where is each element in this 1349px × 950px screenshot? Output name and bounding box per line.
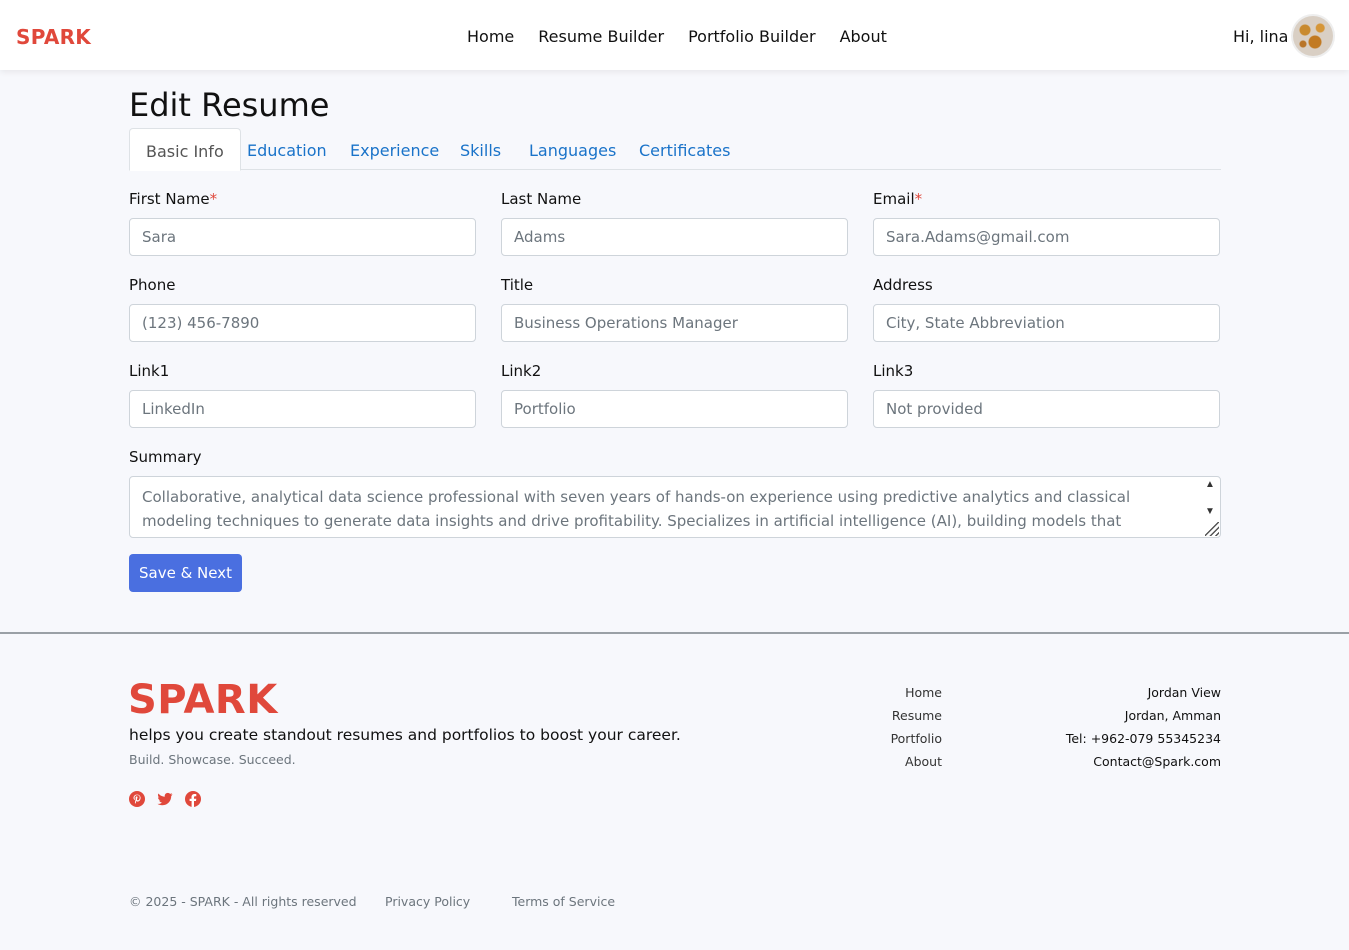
footer-divider (0, 632, 1349, 634)
link1-field[interactable]: LinkedIn (129, 390, 476, 428)
save-next-button[interactable]: Save & Next (129, 554, 242, 592)
footer-brand-logo: SPARK (128, 677, 278, 723)
link3-field[interactable]: Not provided (873, 390, 1220, 428)
tab-skills[interactable]: Skills (444, 128, 517, 170)
job-title-field[interactable]: Business Operations Manager (501, 304, 848, 342)
tab-basic-info[interactable]: Basic Info (129, 128, 241, 171)
summary-textarea[interactable]: Collaborative, analytical data science p… (129, 476, 1221, 538)
required-marker: * (914, 190, 923, 208)
resume-tabs: Basic Info Education Experience Skills L… (129, 128, 1221, 171)
link2-field[interactable]: Portfolio (501, 390, 848, 428)
brand-logo[interactable]: SPARK (16, 25, 91, 49)
address-field[interactable]: City, State Abbreviation (873, 304, 1220, 342)
last-name-field[interactable]: Adams (501, 218, 848, 256)
first-name-field[interactable]: Sara (129, 218, 476, 256)
footer-contact: Jordan View Jordan, Amman Tel: +962-079 … (1020, 681, 1221, 773)
footer-link-about[interactable]: About (842, 750, 942, 773)
nav-home-link[interactable]: Home (467, 27, 514, 46)
footer-link-resume[interactable]: Resume (842, 704, 942, 727)
contact-line: Jordan View (1147, 685, 1221, 700)
nav-portfolio-builder-link[interactable]: Portfolio Builder (688, 27, 816, 46)
summary-label: Summary (129, 448, 202, 466)
tab-experience[interactable]: Experience (334, 128, 455, 170)
title-label: Title (501, 276, 534, 294)
nav-about-link[interactable]: About (840, 27, 887, 46)
privacy-policy-link[interactable]: Privacy Policy (385, 894, 470, 909)
last-name-label: Last Name (501, 190, 582, 208)
scroll-up-arrow-icon[interactable]: ▲ (1203, 478, 1217, 492)
footer-link-portfolio[interactable]: Portfolio (842, 727, 942, 750)
footer-nav: Home Resume Portfolio About (842, 681, 942, 773)
main-nav: Home Resume Builder Portfolio Builder Ab… (467, 27, 887, 46)
page-title: Edit Resume (129, 86, 330, 124)
link3-label: Link3 (873, 362, 914, 380)
footer-tagline: helps you create standout resumes and po… (129, 726, 681, 744)
tab-certificates[interactable]: Certificates (623, 128, 746, 170)
first-name-label: First Name* (129, 190, 218, 208)
user-avatar[interactable] (1293, 16, 1333, 56)
copyright-text: © 2025 - SPARK - All rights reserved (129, 894, 357, 909)
pinterest-icon[interactable] (129, 791, 145, 807)
contact-line: Jordan, Amman (1124, 708, 1221, 723)
tab-education[interactable]: Education (231, 128, 343, 170)
address-label: Address (873, 276, 933, 294)
top-navbar: SPARK Home Resume Builder Portfolio Buil… (0, 0, 1349, 70)
user-greeting: Hi, lina (1233, 27, 1289, 46)
scroll-down-arrow-icon[interactable]: ▼ (1203, 505, 1217, 519)
twitter-icon[interactable] (157, 791, 173, 807)
phone-label: Phone (129, 276, 176, 294)
link1-label: Link1 (129, 362, 170, 380)
tab-languages[interactable]: Languages (513, 128, 632, 170)
resize-handle-icon[interactable] (1205, 522, 1219, 536)
contact-email[interactable]: Contact@Spark.com (1020, 750, 1221, 773)
nav-resume-builder-link[interactable]: Resume Builder (538, 27, 664, 46)
footer-motto: Build. Showcase. Succeed. (129, 752, 296, 767)
facebook-icon[interactable] (185, 791, 201, 807)
terms-of-service-link[interactable]: Terms of Service (512, 894, 615, 909)
required-marker: * (209, 190, 218, 208)
link2-label: Link2 (501, 362, 542, 380)
phone-field[interactable]: (123) 456-7890 (129, 304, 476, 342)
contact-phone: Tel: +962-079 55345234 (1065, 731, 1221, 746)
email-field[interactable]: Sara.Adams@gmail.com (873, 218, 1220, 256)
footer-link-home[interactable]: Home (842, 681, 942, 704)
email-label: Email* (873, 190, 923, 208)
